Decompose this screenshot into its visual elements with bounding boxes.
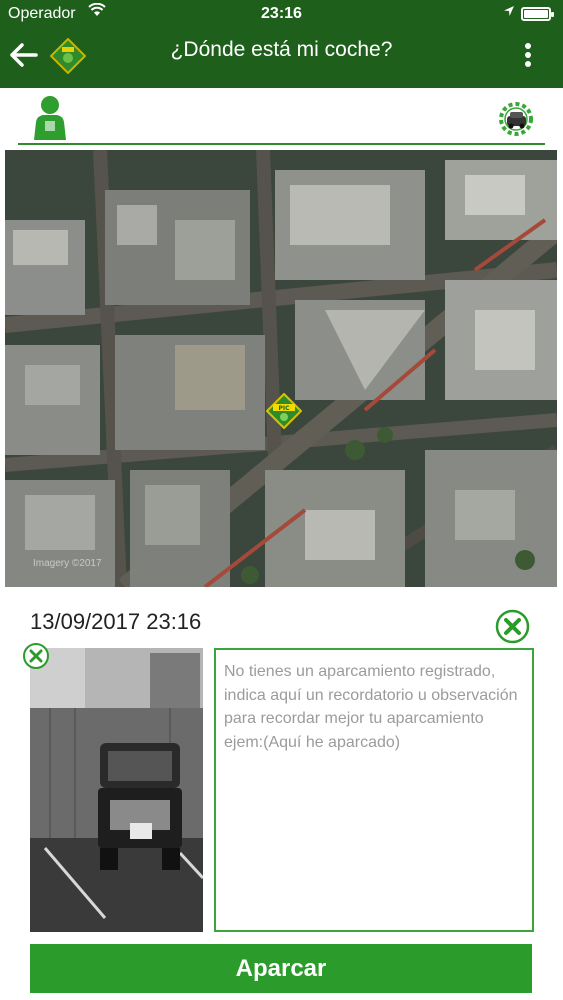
park-button[interactable]: Aparcar (30, 944, 532, 993)
remove-photo-button[interactable] (22, 642, 50, 670)
parking-datetime: 13/09/2017 23:16 (30, 609, 202, 634)
gear-car-icon (499, 102, 533, 136)
battery-icon (521, 7, 554, 21)
top-bar: Operador 23:16 ¿Dónde está mi coche? (0, 0, 563, 88)
map-attribution: Imagery ©2017 (33, 558, 102, 569)
location-arrow-icon (503, 4, 515, 20)
tab-settings[interactable] (495, 98, 537, 140)
tab-row (0, 88, 563, 146)
close-circle-icon (495, 609, 530, 644)
close-circle-icon (23, 643, 49, 669)
satellite-map[interactable]: PIC Imagery ©2017 (5, 150, 557, 587)
tab-person[interactable] (31, 94, 69, 142)
back-button[interactable] (6, 38, 40, 72)
parking-note-field[interactable]: No tienes un aparcamiento registrado, in… (214, 648, 534, 932)
app-bar: ¿Dónde está mi coche? (0, 30, 563, 88)
tab-divider (18, 143, 545, 145)
map-tiles (5, 150, 557, 587)
parking-marker-icon[interactable]: PIC (266, 393, 302, 429)
clear-parking-button[interactable] (495, 609, 530, 644)
page-title: ¿Dónde está mi coche? (170, 38, 393, 61)
person-icon (34, 96, 66, 140)
parking-note-placeholder: No tienes un aparcamiento registrado, in… (224, 663, 518, 751)
marker-label: PIC (278, 405, 290, 412)
car-photo[interactable] (30, 648, 203, 932)
clock: 23:16 (261, 5, 302, 22)
more-vert-icon (525, 43, 531, 49)
car-photo-image (30, 648, 203, 932)
app-logo-icon (49, 37, 87, 75)
status-bar: Operador 23:16 (0, 0, 563, 30)
more-menu-button[interactable] (516, 40, 540, 72)
back-arrow-icon (10, 43, 38, 67)
